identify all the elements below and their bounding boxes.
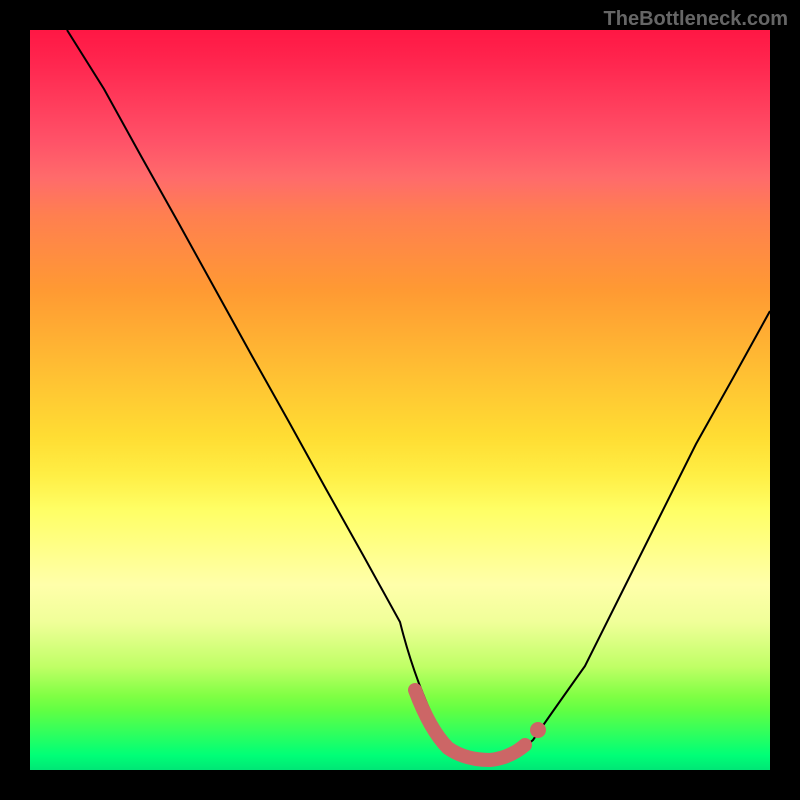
- fair-zone-marker: [415, 690, 525, 760]
- bottleneck-curve-left: [67, 30, 770, 760]
- chart-curve-svg: [30, 30, 770, 770]
- fair-zone-end-dot: [530, 722, 546, 738]
- plot-area: [30, 30, 770, 770]
- watermark-text: TheBottleneck.com: [604, 8, 788, 31]
